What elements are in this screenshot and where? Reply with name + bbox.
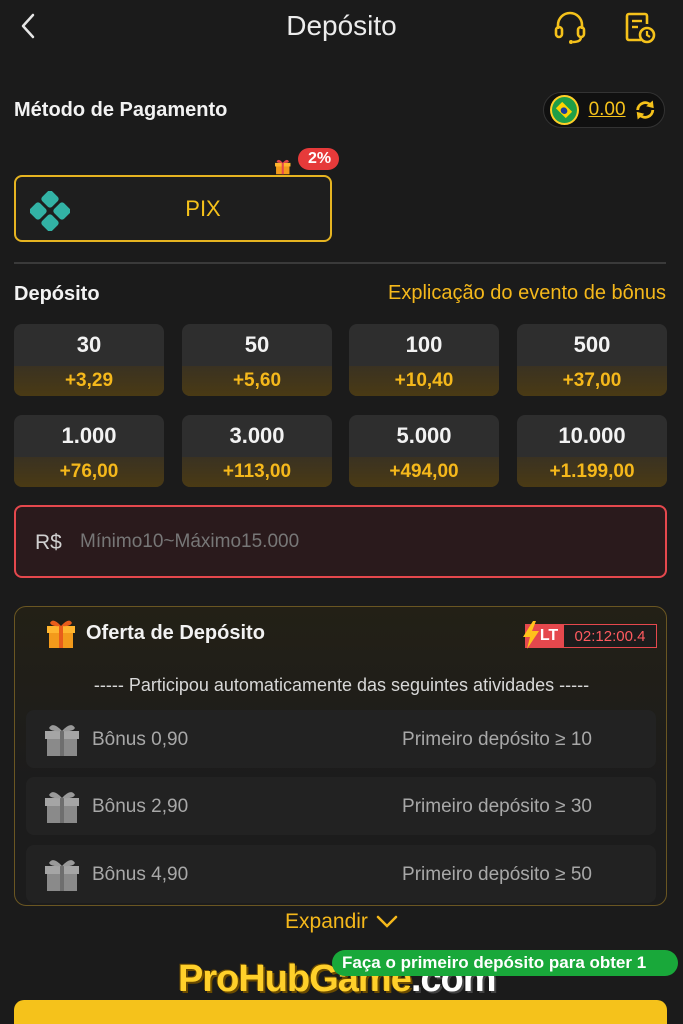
gift-icon xyxy=(47,620,75,648)
amount-option[interactable]: 10.000 +1.199,00 xyxy=(517,415,667,487)
support-button[interactable] xyxy=(552,8,588,48)
amount-bonus: +3,29 xyxy=(14,366,164,396)
history-button[interactable] xyxy=(622,8,658,48)
bonus-percent-badge: 2% xyxy=(298,148,340,170)
expand-button[interactable]: Expandir xyxy=(0,910,683,934)
amount-value: 30 xyxy=(76,332,102,357)
amount-value: 500 xyxy=(573,332,611,357)
amount-bonus: +113,00 xyxy=(182,457,332,487)
amount-input[interactable] xyxy=(80,525,640,559)
amount-value: 3.000 xyxy=(229,423,285,448)
expand-label: Expandir xyxy=(285,910,368,933)
bonus-item: Bônus 0,90 Primeiro depósito ≥ 10 xyxy=(26,710,656,768)
gift-icon xyxy=(45,725,79,756)
bonus-item: Bônus 2,90 Primeiro depósito ≥ 30 xyxy=(26,777,656,835)
bonus-explanation-link[interactable]: Explicação do evento de bônus xyxy=(388,282,666,305)
headset-icon xyxy=(554,11,586,44)
amount-input-field[interactable]: R$ xyxy=(14,505,667,578)
amount-option[interactable]: 100 +10,40 xyxy=(349,324,499,396)
deposit-submit-button[interactable] xyxy=(14,1000,667,1024)
lightning-icon xyxy=(523,621,539,649)
amount-value: 50 xyxy=(244,332,270,357)
header: Depósito xyxy=(0,0,683,56)
amount-option[interactable]: 500 +37,00 xyxy=(517,324,667,396)
balance-pill[interactable]: 0.00 xyxy=(543,92,665,128)
chevron-down-icon xyxy=(376,915,398,928)
countdown-timer: 02:12:00.4 xyxy=(563,624,657,648)
deposit-label: Depósito xyxy=(14,283,100,305)
history-icon xyxy=(625,12,656,44)
brazil-flag-icon xyxy=(550,95,579,125)
balance-value[interactable]: 0.00 xyxy=(589,99,626,121)
amount-option[interactable]: 1.000 +76,00 xyxy=(14,415,164,487)
bonus-item: Bônus 4,90 Primeiro depósito ≥ 50 xyxy=(26,845,656,903)
amount-value: 10.000 xyxy=(558,423,626,448)
bonus-condition: Primeiro depósito ≥ 50 xyxy=(402,864,592,885)
payment-method-pix[interactable]: PIX xyxy=(14,175,332,242)
bonus-condition: Primeiro depósito ≥ 10 xyxy=(402,729,592,750)
first-deposit-toast: Faça o primeiro depósito para obter 1 xyxy=(332,950,678,976)
gift-icon xyxy=(45,860,79,891)
bonus-name: Bônus 4,90 xyxy=(92,864,189,885)
payment-method-label: Método de Pagamento xyxy=(14,99,228,121)
amount-value: 5.000 xyxy=(396,423,452,448)
refresh-icon[interactable] xyxy=(632,96,658,124)
amount-bonus: +494,00 xyxy=(349,457,499,487)
amount-option[interactable]: 3.000 +113,00 xyxy=(182,415,332,487)
bonus-condition: Primeiro depósito ≥ 30 xyxy=(402,796,592,817)
amount-option[interactable]: 5.000 +494,00 xyxy=(349,415,499,487)
gift-icon xyxy=(45,792,79,823)
amount-option[interactable]: 50 +5,60 xyxy=(182,324,332,396)
payment-method-label: PIX xyxy=(185,196,221,221)
amount-bonus: +10,40 xyxy=(349,366,499,396)
offer-title: Oferta de Depósito xyxy=(86,622,265,644)
amount-value: 1.000 xyxy=(61,423,117,448)
amount-bonus: +5,60 xyxy=(182,366,332,396)
bonus-name: Bônus 0,90 xyxy=(92,729,189,750)
amount-value: 100 xyxy=(405,332,443,357)
amount-bonus: +1.199,00 xyxy=(517,457,667,487)
currency-label: R$ xyxy=(35,531,62,554)
auto-participate-text: ----- Participou automaticamente das seg… xyxy=(93,675,590,695)
bonus-name: Bônus 2,90 xyxy=(92,796,189,817)
amount-bonus: +76,00 xyxy=(14,457,164,487)
amount-bonus: +37,00 xyxy=(517,366,667,396)
divider xyxy=(14,262,666,264)
amount-option[interactable]: 30 +3,29 xyxy=(14,324,164,396)
